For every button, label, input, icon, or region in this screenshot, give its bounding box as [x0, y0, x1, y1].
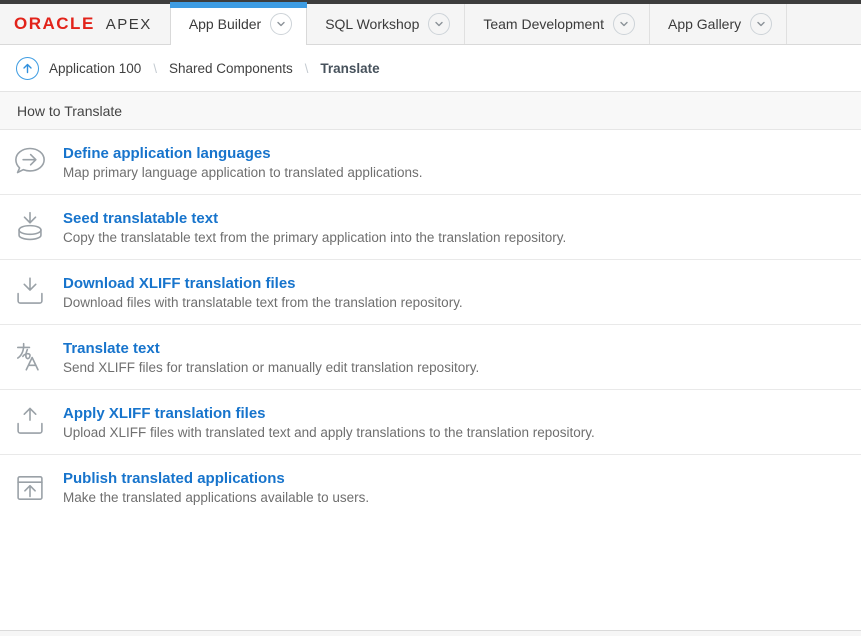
task-link[interactable]: Translate text [63, 340, 479, 357]
speech-bubble-arrow-icon [13, 145, 47, 179]
translate-characters-icon [13, 340, 47, 374]
chevron-down-icon[interactable] [750, 13, 772, 35]
tab-app-builder[interactable]: App Builder [170, 4, 307, 45]
task-description: Map primary language application to tran… [63, 165, 422, 180]
content-filler [0, 520, 861, 630]
task-row-download-xliff: Download XLIFF translation files Downloa… [0, 260, 861, 325]
footer-strip [0, 630, 861, 636]
chevron-down-icon[interactable] [270, 13, 292, 35]
task-row-translate-text: Translate text Send XLIFF files for tran… [0, 325, 861, 390]
chevron-down-icon[interactable] [428, 13, 450, 35]
tabbar-filler [787, 4, 861, 44]
up-level-icon[interactable] [16, 57, 39, 80]
task-link[interactable]: Define application languages [63, 145, 422, 162]
tab-sql-workshop[interactable]: SQL Workshop [307, 4, 465, 44]
tab-label: SQL Workshop [325, 16, 419, 32]
task-link[interactable]: Download XLIFF translation files [63, 275, 463, 292]
breadcrumb-shared-components[interactable]: Shared Components [169, 61, 293, 76]
breadcrumb-application[interactable]: Application 100 [49, 61, 141, 76]
page-title: How to Translate [0, 92, 861, 130]
publish-window-icon [13, 471, 47, 505]
task-description: Download files with translatable text fr… [63, 295, 463, 310]
apex-wordmark: APEX [106, 16, 152, 33]
tab-team-development[interactable]: Team Development [465, 4, 650, 44]
task-link[interactable]: Apply XLIFF translation files [63, 405, 595, 422]
translate-task-list: Define application languages Map primary… [0, 130, 861, 520]
tab-app-gallery[interactable]: App Gallery [650, 4, 787, 44]
task-description: Make the translated applications availab… [63, 490, 369, 505]
task-link[interactable]: Seed translatable text [63, 210, 566, 227]
oracle-wordmark: ORACLE [14, 14, 99, 34]
oracle-apex-logo: ORACLE APEX [0, 4, 170, 44]
breadcrumb-separator: \ [303, 61, 311, 76]
task-row-publish-apps: Publish translated applications Make the… [0, 455, 861, 520]
task-description: Copy the translatable text from the prim… [63, 230, 566, 245]
task-row-define-languages: Define application languages Map primary… [0, 130, 861, 195]
main-tabbar: ORACLE APEX App Builder SQL Workshop Tea… [0, 4, 861, 45]
tab-label: App Gallery [668, 16, 741, 32]
task-description: Upload XLIFF files with translated text … [63, 425, 595, 440]
tab-label: App Builder [189, 16, 261, 32]
breadcrumb-current-translate: Translate [320, 61, 379, 76]
breadcrumb-separator: \ [151, 61, 159, 76]
seed-database-icon [13, 210, 47, 244]
tab-label: Team Development [483, 16, 604, 32]
task-description: Send XLIFF files for translation or manu… [63, 360, 479, 375]
task-row-apply-xliff: Apply XLIFF translation files Upload XLI… [0, 390, 861, 455]
upload-tray-icon [13, 405, 47, 439]
download-tray-icon [13, 275, 47, 309]
chevron-down-icon[interactable] [613, 13, 635, 35]
breadcrumb: Application 100 \ Shared Components \ Tr… [0, 45, 861, 92]
task-row-seed-text: Seed translatable text Copy the translat… [0, 195, 861, 260]
task-link[interactable]: Publish translated applications [63, 470, 369, 487]
